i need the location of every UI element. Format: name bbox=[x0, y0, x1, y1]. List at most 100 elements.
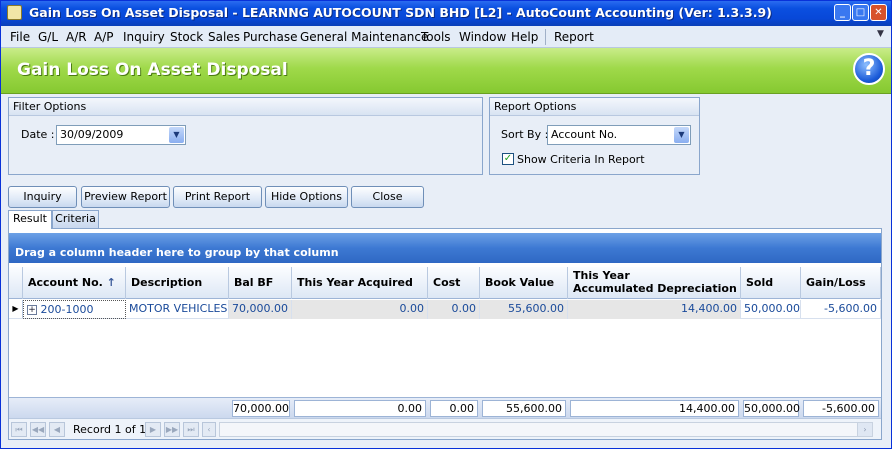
grid-header: Account No. ↑ Description Bal BF This Ye… bbox=[9, 267, 881, 299]
menu-bar: File G/L A/R A/P Inquiry Stock Sales Pur… bbox=[1, 26, 891, 48]
menu-sales[interactable]: Sales bbox=[208, 30, 240, 44]
menu-gl[interactable]: G/L bbox=[38, 30, 58, 44]
col-this-year-acquired[interactable]: This Year Acquired bbox=[292, 267, 428, 299]
date-combo[interactable]: 30/09/2009 ▼ bbox=[56, 125, 186, 145]
cell-bal-bf[interactable]: 70,000.00 bbox=[229, 300, 292, 319]
record-navigator: ⏮ ◀◀ ◀ Record 1 of 1 ▶ ▶▶ ⏭ ‹ › bbox=[9, 418, 881, 439]
col-this-year-acquired-label: This Year Acquired bbox=[297, 276, 413, 289]
print-report-button[interactable]: Print Report bbox=[173, 186, 262, 208]
total-cost: 0.00 bbox=[430, 400, 478, 417]
horizontal-scrollbar[interactable]: › bbox=[219, 422, 873, 437]
last-record-icon[interactable]: ⏭ bbox=[183, 422, 199, 437]
menu-tools[interactable]: Tools bbox=[421, 30, 451, 44]
total-this-year-acquired: 0.00 bbox=[294, 400, 426, 417]
col-account-no[interactable]: Account No. ↑ bbox=[23, 267, 126, 299]
dropdown-arrow-icon[interactable]: ▼ bbox=[169, 127, 184, 143]
expand-row-icon[interactable]: + bbox=[27, 305, 37, 315]
menu-purchase[interactable]: Purchase bbox=[243, 30, 298, 44]
cell-accumulated-depreciation[interactable]: 14,400.00 bbox=[568, 300, 741, 319]
col-cost-label: Cost bbox=[433, 276, 461, 289]
app-window: Gain Loss On Asset Disposal - LEARNNG AU… bbox=[0, 0, 892, 449]
first-record-icon[interactable]: ⏮ bbox=[11, 422, 27, 437]
menu-report[interactable]: Report bbox=[554, 30, 594, 44]
table-row[interactable]: + 200-1000 MOTOR VEHICLES 70,000.00 0.00… bbox=[9, 300, 881, 319]
report-options-title: Report Options bbox=[490, 98, 699, 116]
sort-by-combo[interactable]: Account No. ▼ bbox=[547, 125, 691, 145]
group-by-panel[interactable]: Drag a column header here to group by th… bbox=[9, 233, 881, 263]
record-count-text: Record 1 of 1 bbox=[73, 423, 147, 436]
scroll-left-icon[interactable]: ‹ bbox=[202, 422, 216, 437]
help-icon[interactable]: ? bbox=[853, 53, 885, 85]
page-title: Gain Loss On Asset Disposal bbox=[17, 60, 288, 80]
menu-general-maintenance[interactable]: General Maintenance bbox=[300, 30, 428, 44]
sort-by-value: Account No. bbox=[551, 128, 618, 141]
menu-ap[interactable]: A/P bbox=[94, 30, 114, 44]
minimize-button[interactable]: _ bbox=[834, 4, 851, 21]
cell-cost[interactable]: 0.00 bbox=[428, 300, 480, 319]
maximize-button[interactable]: □ bbox=[852, 4, 869, 21]
preview-report-button[interactable]: Preview Report bbox=[81, 186, 170, 208]
row-indicator-header bbox=[9, 267, 23, 299]
col-sold[interactable]: Sold bbox=[741, 267, 801, 299]
col-book-value-label: Book Value bbox=[485, 276, 555, 289]
total-book-value: 55,600.00 bbox=[482, 400, 566, 417]
sort-by-label: Sort By : bbox=[501, 128, 549, 141]
next-page-icon[interactable]: ▶▶ bbox=[164, 422, 180, 437]
close-button[interactable]: Close bbox=[351, 186, 424, 208]
col-bal-bf-label: Bal BF bbox=[234, 276, 274, 289]
hide-options-button[interactable]: Hide Options bbox=[265, 186, 348, 208]
total-accumulated-depreciation: 14,400.00 bbox=[570, 400, 739, 417]
show-criteria-checkbox[interactable]: ✓ bbox=[502, 153, 514, 165]
previous-record-icon[interactable]: ◀ bbox=[49, 422, 65, 437]
grid-totals-footer: 70,000.00 0.00 0.00 55,600.00 14,400.00 … bbox=[9, 397, 881, 418]
cell-account-no[interactable]: + 200-1000 bbox=[23, 300, 126, 319]
tab-criteria[interactable]: Criteria bbox=[52, 210, 99, 228]
col-gain-loss[interactable]: Gain/Loss bbox=[801, 267, 881, 299]
inquiry-button[interactable]: Inquiry bbox=[8, 186, 77, 208]
window-title: Gain Loss On Asset Disposal - LEARNNG AU… bbox=[29, 5, 772, 20]
date-value: 30/09/2009 bbox=[60, 128, 124, 141]
result-grid: Drag a column header here to group by th… bbox=[8, 228, 882, 440]
col-gain-loss-label: Gain/Loss bbox=[806, 276, 866, 289]
tab-result[interactable]: Result bbox=[8, 210, 52, 229]
total-bal-bf: 70,000.00 bbox=[232, 400, 290, 417]
col-accumulated-depreciation[interactable]: This Year Accumulated Depreciation bbox=[568, 267, 741, 299]
col-account-no-label: Account No. bbox=[28, 276, 103, 289]
col-accum-dep-label-line1: This Year bbox=[573, 269, 630, 282]
col-sold-label: Sold bbox=[746, 276, 774, 289]
scroll-right-icon[interactable]: › bbox=[857, 423, 872, 436]
col-description[interactable]: Description bbox=[126, 267, 229, 299]
menu-file[interactable]: File bbox=[10, 30, 30, 44]
sort-ascending-icon: ↑ bbox=[106, 276, 116, 289]
menu-inquiry[interactable]: Inquiry bbox=[123, 30, 165, 44]
col-book-value[interactable]: Book Value bbox=[480, 267, 568, 299]
app-icon bbox=[7, 5, 22, 20]
menu-window[interactable]: Window bbox=[459, 30, 506, 44]
col-bal-bf[interactable]: Bal BF bbox=[229, 267, 292, 299]
title-bar: Gain Loss On Asset Disposal - LEARNNG AU… bbox=[1, 1, 891, 26]
col-description-label: Description bbox=[131, 276, 203, 289]
cell-description[interactable]: MOTOR VEHICLES bbox=[126, 300, 229, 319]
menu-ar[interactable]: A/R bbox=[66, 30, 87, 44]
total-gain-loss: -5,600.00 bbox=[803, 400, 879, 417]
col-accum-dep-label-line2: Accumulated Depreciation bbox=[573, 282, 737, 295]
total-sold: 50,000.00 bbox=[743, 400, 800, 417]
menu-separator bbox=[545, 29, 546, 45]
cell-sold[interactable]: 50,000.00 bbox=[741, 300, 801, 319]
date-label: Date : bbox=[21, 128, 55, 141]
cell-gain-loss[interactable]: -5,600.00 bbox=[801, 300, 881, 319]
show-criteria-label: Show Criteria In Report bbox=[517, 153, 645, 166]
col-cost[interactable]: Cost bbox=[428, 267, 480, 299]
dropdown-arrow-icon[interactable]: ▼ bbox=[674, 127, 689, 143]
previous-page-icon[interactable]: ◀◀ bbox=[30, 422, 46, 437]
cell-book-value[interactable]: 55,600.00 bbox=[480, 300, 568, 319]
account-no-value: 200-1000 bbox=[40, 303, 94, 316]
cell-this-year-acquired[interactable]: 0.00 bbox=[292, 300, 428, 319]
menu-stock[interactable]: Stock bbox=[170, 30, 203, 44]
menu-overflow-chevron-icon[interactable]: ▼ bbox=[877, 29, 889, 45]
next-record-icon[interactable]: ▶ bbox=[145, 422, 161, 437]
menu-help[interactable]: Help bbox=[511, 30, 538, 44]
close-window-button[interactable]: ✕ bbox=[870, 4, 887, 21]
filter-options-title: Filter Options bbox=[9, 98, 482, 116]
report-options-group: Report Options Sort By : Account No. ▼ ✓… bbox=[489, 97, 700, 175]
